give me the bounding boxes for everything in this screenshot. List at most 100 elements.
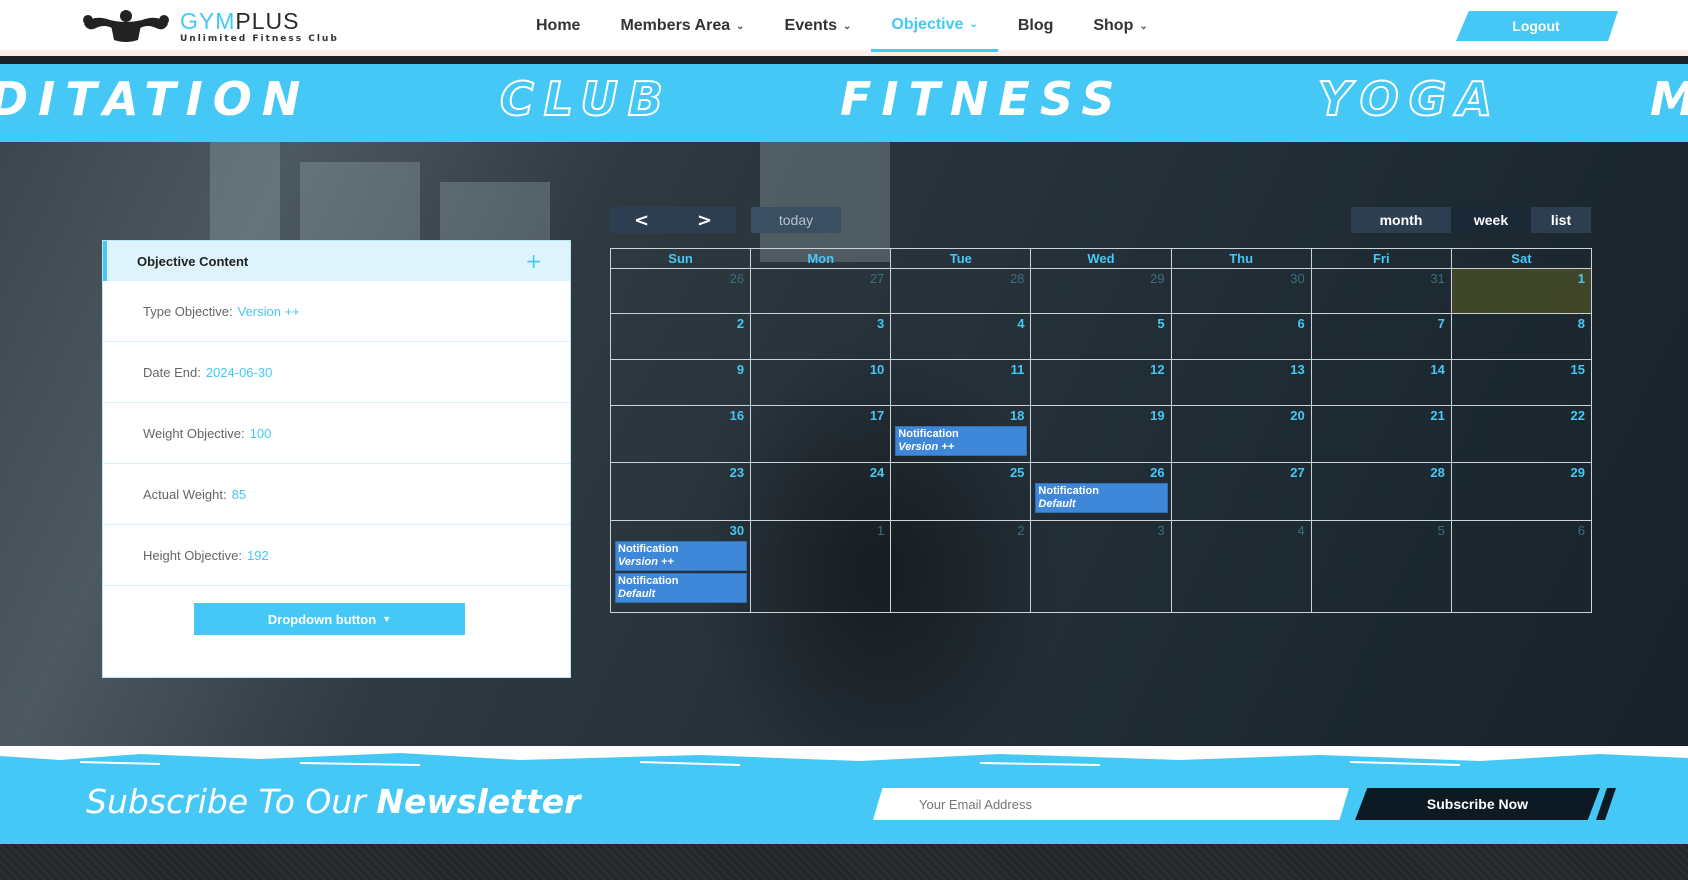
nav-item-objective[interactable]: Objective ⌄ (871, 0, 998, 52)
calendar-event[interactable]: Notification Version ++ (615, 541, 748, 571)
calendar-day-cell[interactable]: 7 (1310, 313, 1452, 360)
calendar-day-cell[interactable]: 15 (1450, 359, 1593, 406)
calendar-day-cell[interactable]: 2 (609, 313, 752, 360)
day-number[interactable]: 16 (611, 406, 750, 424)
day-number[interactable]: 7 (1312, 314, 1451, 332)
calendar-day-cell[interactable]: 25 (890, 462, 1032, 521)
calendar-next-button[interactable]: > (673, 207, 736, 233)
day-number[interactable]: 14 (1312, 360, 1451, 378)
day-number[interactable]: 6 (1172, 314, 1311, 332)
day-number[interactable]: 20 (1172, 406, 1311, 424)
calendar-day-cell[interactable]: 2 (890, 520, 1032, 613)
day-number[interactable]: 9 (611, 360, 750, 378)
day-number[interactable]: 12 (1031, 360, 1170, 378)
calendar-day-cell[interactable]: 18 Notification Version ++ (890, 405, 1032, 463)
newsletter-email-input[interactable] (873, 788, 1349, 820)
calendar-day-cell[interactable]: 20 (1170, 405, 1312, 463)
day-number[interactable]: 26 (611, 269, 750, 287)
nav-item-shop[interactable]: Shop ⌄ (1073, 0, 1167, 52)
day-number[interactable]: 29 (1031, 269, 1170, 287)
day-number[interactable]: 4 (891, 314, 1030, 332)
calendar-day-cell[interactable]: 1 (1450, 268, 1593, 314)
calendar-day-cell[interactable]: 4 (890, 313, 1032, 360)
calendar-day-cell[interactable]: 3 (1030, 520, 1172, 613)
day-number[interactable]: 5 (1031, 314, 1170, 332)
calendar-day-cell[interactable]: 28 (1310, 462, 1452, 521)
calendar-day-cell[interactable]: 8 (1450, 313, 1593, 360)
calendar-view-list-button[interactable]: list (1531, 207, 1591, 233)
calendar-day-cell[interactable]: 6 (1450, 520, 1593, 613)
expand-plus-icon[interactable]: + (525, 249, 542, 273)
day-number[interactable]: 19 (1031, 406, 1170, 424)
day-number[interactable]: 27 (751, 269, 890, 287)
day-number[interactable]: 10 (751, 360, 890, 378)
calendar-day-cell[interactable]: 27 (1170, 462, 1312, 521)
objective-panel-header[interactable]: Objective Content + (103, 241, 570, 281)
day-number[interactable]: 28 (1312, 463, 1451, 481)
calendar-day-cell[interactable]: 11 (890, 359, 1032, 406)
nav-item-events[interactable]: Events ⌄ (765, 0, 872, 52)
calendar-day-cell[interactable]: 29 (1030, 268, 1172, 314)
calendar-day-cell[interactable]: 30 (1170, 268, 1312, 314)
calendar-day-cell[interactable]: 6 (1170, 313, 1312, 360)
calendar-day-cell[interactable]: 4 (1170, 520, 1312, 613)
calendar-day-cell[interactable]: 31 (1310, 268, 1452, 314)
day-number[interactable]: 8 (1452, 314, 1591, 332)
day-number[interactable]: 3 (1031, 521, 1170, 539)
calendar-day-cell[interactable]: 16 (609, 405, 752, 463)
day-number[interactable]: 4 (1172, 521, 1311, 539)
calendar-day-cell[interactable]: 17 (750, 405, 892, 463)
calendar-event[interactable]: Notification Default (1035, 483, 1168, 513)
calendar-day-cell[interactable]: 5 (1310, 520, 1452, 613)
nav-item-members-area[interactable]: Members Area ⌄ (600, 0, 764, 52)
day-number[interactable]: 28 (891, 269, 1030, 287)
subscribe-button[interactable]: Subscribe Now (1355, 788, 1600, 820)
day-number[interactable]: 24 (751, 463, 890, 481)
day-number[interactable]: 2 (611, 314, 750, 332)
day-number[interactable]: 18 (891, 406, 1030, 424)
day-number[interactable]: 5 (1312, 521, 1451, 539)
day-number[interactable]: 15 (1452, 360, 1591, 378)
nav-item-home[interactable]: Home (516, 0, 600, 52)
nav-item-blog[interactable]: Blog (998, 0, 1074, 52)
day-number[interactable]: 11 (891, 360, 1030, 378)
day-number[interactable]: 29 (1452, 463, 1591, 481)
calendar-day-cell[interactable]: 21 (1310, 405, 1452, 463)
day-number[interactable]: 1 (1452, 269, 1591, 287)
calendar-today-button[interactable]: today (751, 207, 841, 233)
day-number[interactable]: 1 (751, 521, 890, 539)
calendar-day-cell[interactable]: 10 (750, 359, 892, 406)
day-number[interactable]: 27 (1172, 463, 1311, 481)
day-number[interactable]: 22 (1452, 406, 1591, 424)
calendar-day-cell[interactable]: 26 (609, 268, 752, 314)
day-number[interactable]: 13 (1172, 360, 1311, 378)
dropdown-button[interactable]: Dropdown button ▼ (194, 603, 465, 635)
day-number[interactable]: 25 (891, 463, 1030, 481)
day-number[interactable]: 2 (891, 521, 1030, 539)
calendar-day-cell[interactable]: 27 (750, 268, 892, 314)
calendar-day-cell[interactable]: 5 (1030, 313, 1172, 360)
calendar-day-cell[interactable]: 30 Notification Version ++ Notification Defa… (609, 520, 752, 613)
day-number[interactable]: 17 (751, 406, 890, 424)
day-number[interactable]: 31 (1312, 269, 1451, 287)
calendar-day-cell[interactable]: 24 (750, 462, 892, 521)
day-number[interactable]: 23 (611, 463, 750, 481)
calendar-day-cell[interactable]: 13 (1170, 359, 1312, 406)
calendar-day-cell[interactable]: 22 (1450, 405, 1593, 463)
calendar-view-week-button[interactable]: week (1451, 207, 1531, 233)
calendar-day-cell[interactable]: 9 (609, 359, 752, 406)
calendar-day-cell[interactable]: 29 (1450, 462, 1593, 521)
calendar-day-cell[interactable]: 19 (1030, 405, 1172, 463)
day-number[interactable]: 30 (1172, 269, 1311, 287)
logout-button[interactable]: Logout (1456, 11, 1616, 41)
calendar-day-cell[interactable]: 28 (890, 268, 1032, 314)
calendar-day-cell[interactable]: 23 (609, 462, 752, 521)
calendar-day-cell[interactable]: 1 (750, 520, 892, 613)
calendar-prev-button[interactable]: < (610, 207, 673, 233)
calendar-day-cell[interactable]: 14 (1310, 359, 1452, 406)
day-number[interactable]: 26 (1031, 463, 1170, 481)
calendar-event[interactable]: Notification Version ++ (895, 426, 1028, 456)
calendar-event[interactable]: Notification Default (615, 573, 748, 603)
calendar-day-cell[interactable]: 3 (750, 313, 892, 360)
calendar-view-month-button[interactable]: month (1351, 207, 1451, 233)
